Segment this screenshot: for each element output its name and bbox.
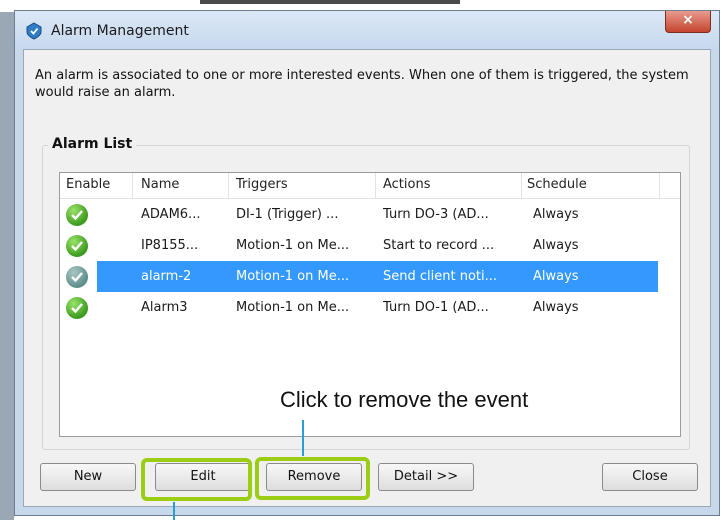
remove-callout-line [302,420,304,456]
row-triggers: Motion-1 on Me... [236,300,350,315]
edit-callout-line [173,502,175,520]
column-triggers[interactable]: Triggers [229,173,376,198]
background-left [0,0,14,520]
row-actions: Turn DO-3 (AD... [383,207,489,222]
row-triggers: Motion-1 on Me... [236,269,350,284]
column-actions[interactable]: Actions [376,173,522,198]
alarm-list-label: Alarm List [48,136,137,152]
new-button[interactable]: New [40,463,136,491]
remove-highlight-box [255,457,370,500]
row-name: Alarm3 [141,300,188,315]
column-enable[interactable]: Enable [60,173,133,198]
app-shield-icon [26,22,42,40]
row-name: IP8155... [141,238,199,253]
table-header: Enable Name Triggers Actions Schedule [60,173,680,199]
row-actions: Turn DO-1 (AD... [383,300,489,315]
close-icon: × [682,12,694,28]
window-close-button[interactable]: × [665,11,711,33]
column-schedule[interactable]: Schedule [522,173,660,198]
row-schedule: Always [533,300,579,315]
table-row[interactable]: IP8155... Motion-1 on Me... Start to rec… [60,230,680,261]
row-name: alarm-2 [141,269,192,284]
enabled-check-icon[interactable] [66,235,88,257]
edit-highlight-box [141,458,252,501]
detail-button[interactable]: Detail >> [378,463,474,491]
row-triggers: Motion-1 on Me... [236,238,350,253]
table-row-selected[interactable]: alarm-2 Motion-1 on Me... Send client no… [60,261,680,292]
row-name: ADAM6... [141,207,201,222]
row-schedule: Always [533,269,579,284]
enabled-check-icon[interactable] [66,297,88,319]
alarm-management-dialog: Alarm Management × An alarm is associate… [14,10,720,516]
dialog-body: An alarm is associated to one or more in… [23,49,711,507]
remove-callout-text: Click to remove the event [280,387,529,412]
dialog-description: An alarm is associated to one or more in… [35,68,689,100]
row-schedule: Always [533,207,579,222]
enabled-check-icon[interactable] [66,204,88,226]
table-row[interactable]: ADAM6... DI-1 (Trigger) ... Turn DO-3 (A… [60,199,680,230]
title-bar[interactable]: Alarm Management × [15,11,719,49]
column-name[interactable]: Name [133,173,229,198]
close-button[interactable]: Close [602,463,698,491]
row-schedule: Always [533,238,579,253]
table-row[interactable]: Alarm3 Motion-1 on Me... Turn DO-1 (AD..… [60,292,680,323]
background-strip [200,0,460,4]
window-title: Alarm Management [51,23,189,39]
row-actions: Send client noti... [383,269,498,284]
enabled-check-icon[interactable] [66,266,88,288]
row-actions: Start to record ... [383,238,495,253]
row-triggers: DI-1 (Trigger) ... [236,207,339,222]
